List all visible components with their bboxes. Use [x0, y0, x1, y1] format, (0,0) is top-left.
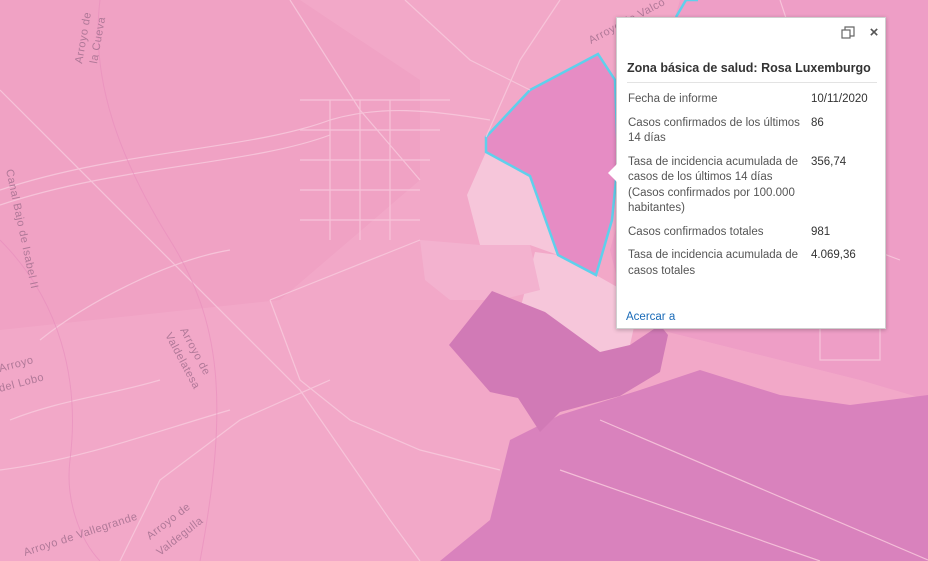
attr-name: Fecha de informe [628, 93, 718, 105]
popup-title: Zona básica de salud: Rosa Luxemburgo [627, 61, 877, 83]
attr-name: Tasa de incidencia acumulada de casos to… [628, 249, 799, 277]
attr-value: 86 [811, 116, 824, 129]
table-row: Casos confirmados totales 981 [625, 225, 881, 249]
popup-pointer [608, 164, 617, 182]
attr-value: 10/11/2020 [811, 93, 868, 105]
info-popup: × Zona básica de salud: Rosa Luxemburgo … [608, 17, 886, 329]
zoom-to-link[interactable]: Acercar a [626, 311, 675, 323]
attribute-table: Fecha de informe 10/11/2020 Casos confir… [625, 92, 881, 287]
attr-name: Casos confirmados de los últimos 14 días [628, 116, 800, 145]
popup-header: × [617, 18, 885, 48]
attr-value: 356,74 [811, 155, 847, 168]
table-row: Casos confirmados de los últimos 14 días… [625, 116, 881, 155]
table-row: Tasa de incidencia acumulada de casos to… [625, 248, 881, 287]
maximize-icon [841, 26, 855, 39]
attr-name: Tasa de incidencia acumulada de casos de… [628, 155, 799, 215]
close-icon: × [869, 24, 879, 41]
attr-name: Casos confirmados totales [628, 225, 764, 238]
table-row: Fecha de informe 10/11/2020 [625, 92, 881, 116]
table-row: Tasa de incidencia acumulada de casos de… [625, 155, 881, 225]
maximize-button[interactable] [839, 24, 857, 42]
attr-value: 981 [811, 225, 831, 238]
attr-value: 4.069,36 [811, 249, 856, 261]
close-button[interactable]: × [865, 24, 883, 42]
